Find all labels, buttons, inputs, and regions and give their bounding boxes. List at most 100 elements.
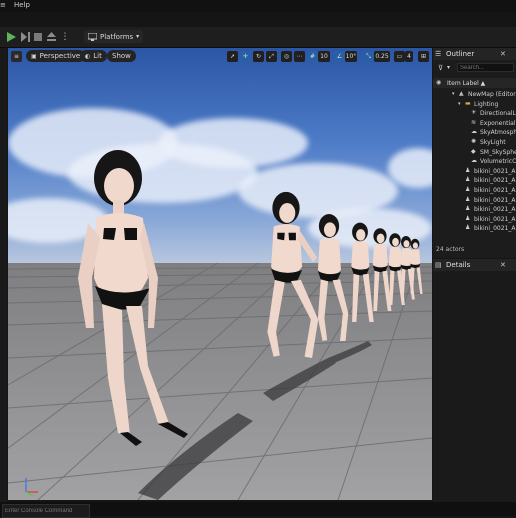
camera-speed-icon[interactable]: ▭ — [394, 51, 405, 62]
grid-snap-value[interactable]: 10 — [318, 51, 330, 62]
outliner-row-label: DirectionalLig — [480, 110, 516, 118]
grid-snap-icon[interactable]: # — [307, 51, 318, 62]
visibility-eye-icon: ◉ — [436, 79, 442, 86]
menu-bar: ≡ Help — [0, 0, 516, 12]
menu-item-help[interactable]: Help — [14, 1, 30, 9]
close-icon[interactable]: ✕ — [500, 261, 506, 269]
level-viewport[interactable]: ≡ ▣ Perspective ◐ Lit Show ➚ ✛ ↻ ⤢ ◎ ⋯ #… — [8, 48, 432, 500]
person-icon: ♟ — [465, 224, 471, 232]
fog-icon: ≋ — [471, 118, 477, 126]
outliner-row-label: bikini_0021_Ani — [474, 187, 516, 194]
outliner-row[interactable]: ▾ ▲ NewMap (Editor) — [433, 90, 516, 100]
more-options-icon[interactable]: ⋮ — [60, 31, 70, 42]
person-icon: ♟ — [465, 176, 471, 184]
outliner-row-label: SkyAtmosphe — [480, 129, 516, 137]
character-5[interactable] — [372, 228, 392, 311]
eject-icon[interactable] — [46, 31, 56, 42]
character-4[interactable] — [351, 222, 374, 322]
scale-mode-icon[interactable]: ⤢ — [266, 51, 277, 62]
atmosphere-icon: ☁ — [471, 128, 477, 136]
outliner-tab[interactable]: ☰ Outliner ✕ — [433, 48, 516, 60]
camera-speed-value[interactable]: 4 — [405, 51, 413, 62]
cloud-icon: ☁ — [471, 157, 477, 165]
rotation-snap-value[interactable]: 10° — [345, 51, 357, 62]
select-mode-icon[interactable]: ➚ — [227, 51, 238, 62]
character-8[interactable] — [410, 238, 423, 294]
expand-chevron-icon[interactable]: ▾ — [458, 101, 464, 107]
outliner-row[interactable]: ♟bikini_0021_Ani — [433, 205, 516, 215]
menu-item-file[interactable]: ≡ — [0, 1, 6, 9]
character-front[interactable] — [78, 150, 188, 446]
perspective-button[interactable]: ▣ Perspective — [26, 50, 86, 62]
chevron-down-icon[interactable]: ▾ — [447, 64, 450, 71]
lit-label: Lit — [93, 52, 102, 60]
outliner-row[interactable]: ♟bikini_0021_Ani — [433, 215, 516, 225]
outliner-row[interactable]: ♟bikini_0021_Ani — [433, 167, 516, 177]
outliner-row[interactable]: ♟bikini_0021_Ani — [433, 186, 516, 196]
rotate-mode-icon[interactable]: ↻ — [253, 51, 264, 62]
expand-chevron-icon[interactable]: ▾ — [452, 91, 458, 97]
outliner-row-label: bikini_0021_Ani — [474, 196, 516, 204]
outliner-row[interactable]: ♟bikini_0021_Ani — [433, 224, 516, 234]
stop-icon[interactable] — [33, 31, 43, 42]
map-icon: ▲ — [459, 90, 464, 97]
outliner-row[interactable]: ✺ SkyLight — [433, 138, 516, 148]
outliner-row-label: ExponentialHe — [480, 119, 516, 127]
outliner-panel: ☰ Outliner ✕ ⊽ ▾ ◉ Item Label ▲ ▾▲NewMap… — [433, 48, 516, 258]
character-2[interactable] — [267, 191, 319, 359]
show-button[interactable]: Show — [107, 50, 136, 62]
outliner-row[interactable]: ☁SkyAtmosphe — [433, 128, 516, 138]
outliner-column-header[interactable]: ◉ Item Label ▲ — [433, 78, 516, 88]
details-title: Details — [446, 261, 471, 269]
outliner-title: Outliner — [446, 50, 475, 58]
outliner-row-label: NewMap (Editor) — [468, 91, 516, 98]
surface-snap-icon[interactable]: ⋯ — [294, 51, 305, 62]
perspective-label: Perspective — [39, 52, 81, 60]
details-panel: ▤ Details ✕ — [433, 259, 516, 502]
viewport-toolbar: ≡ ▣ Perspective ◐ Lit Show ➚ ✛ ↻ ⤢ ◎ ⋯ #… — [8, 48, 432, 64]
outliner-icon: ☰ — [435, 50, 442, 58]
translate-mode-icon[interactable]: ✛ — [240, 51, 251, 62]
outliner-row-label: SM_SkySphe — [480, 148, 516, 156]
outliner-row-label: bikini_0021_Ani — [474, 177, 516, 185]
outliner-row-label: VolumetricClo — [480, 158, 516, 166]
world-space-icon[interactable]: ◎ — [281, 51, 292, 62]
outliner-row[interactable]: ♟bikini_0021_Ani — [433, 196, 516, 206]
scale-snap-icon[interactable]: ⤡ — [363, 51, 374, 62]
left-panel-strip — [0, 48, 7, 502]
light-icon: ☀ — [471, 109, 477, 117]
show-label: Show — [112, 52, 131, 60]
scale-snap-value[interactable]: 0.25 — [374, 51, 390, 62]
outliner-row[interactable]: ≋ExponentialHe — [433, 119, 516, 129]
person-icon: ♟ — [465, 186, 471, 193]
maximize-viewport-icon[interactable]: ⊞ — [418, 51, 429, 62]
item-label-column: Item Label ▲ — [447, 80, 486, 87]
outliner-search-row: ⊽ ▾ — [436, 63, 514, 74]
chevron-down-icon: ▾ — [136, 33, 140, 40]
outliner-row[interactable]: ☀DirectionalLig — [433, 109, 516, 119]
platforms-button[interactable]: Platforms ▾ — [84, 30, 144, 43]
outliner-row[interactable]: ▾ ▬ Lighting — [433, 100, 516, 110]
person-icon: ♟ — [465, 166, 471, 174]
outliner-search-input[interactable] — [457, 63, 514, 72]
outliner-row[interactable]: ☁VolumetricClo — [433, 157, 516, 167]
outliner-row-label: bikini_0021_Ani — [474, 167, 516, 175]
axis-gizmo-icon — [25, 478, 38, 497]
step-icon[interactable] — [20, 31, 30, 42]
details-tab[interactable]: ▤ Details ✕ — [433, 259, 516, 271]
rotation-snap-icon[interactable]: ∠ — [334, 51, 345, 62]
lit-button[interactable]: ◐ Lit — [80, 50, 107, 62]
hamburger-menu-icon[interactable]: ≡ — [11, 51, 22, 62]
close-icon[interactable]: ✕ — [500, 50, 506, 58]
outliner-row-label: bikini_0021_Ani — [474, 215, 516, 223]
character-3[interactable] — [317, 214, 349, 341]
play-icon[interactable] — [6, 31, 16, 42]
outliner-row[interactable]: ◆ SM_SkySphe — [433, 148, 516, 158]
outliner-row[interactable]: ♟bikini_0021_Ani — [433, 176, 516, 186]
details-icon: ▤ — [435, 261, 442, 269]
filter-icon[interactable]: ⊽ — [438, 64, 443, 72]
platforms-icon — [88, 32, 97, 41]
person-icon: ♟ — [465, 214, 471, 222]
person-icon: ♟ — [465, 195, 471, 203]
platforms-label: Platforms — [100, 32, 134, 41]
